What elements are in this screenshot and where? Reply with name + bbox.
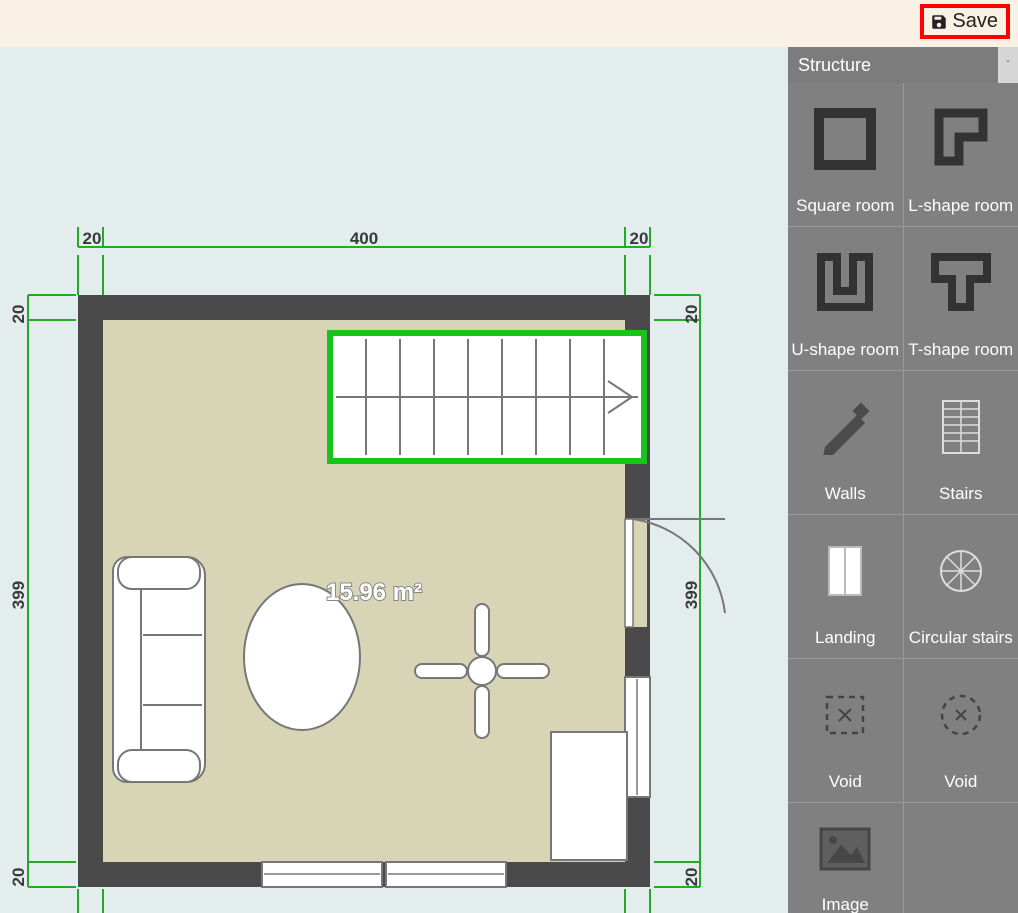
palette-stairs[interactable]: Stairs bbox=[904, 371, 1018, 514]
square-room-icon bbox=[811, 105, 879, 173]
floorplan-canvas[interactable]: 20 400 20 20 399 20 20 399 20 20 400 20 bbox=[0, 47, 788, 913]
top-bar: Save bbox=[0, 0, 1018, 47]
structure-palette: Square room L-shape room U-shape room T-… bbox=[788, 83, 1018, 913]
dim-top-span: 400 bbox=[350, 229, 378, 248]
palette-walls[interactable]: Walls bbox=[788, 371, 903, 514]
structure-dropdown[interactable]: Structure ˇ bbox=[788, 47, 1018, 83]
dim-right-top: 20 bbox=[682, 305, 701, 324]
window-bottom-left[interactable] bbox=[262, 862, 382, 887]
dim-top-left: 20 bbox=[83, 229, 102, 248]
palette-empty bbox=[904, 803, 1018, 913]
palette-l-shape-room[interactable]: L-shape room bbox=[904, 83, 1018, 226]
palette-circular-stairs[interactable]: Circular stairs bbox=[904, 515, 1018, 658]
palette-void-circle[interactable]: Void bbox=[904, 659, 1018, 802]
side-panel: Structure ˇ Square room L-shape room U-s… bbox=[788, 47, 1018, 913]
landing-icon bbox=[827, 545, 863, 597]
sofa-object[interactable] bbox=[113, 557, 205, 782]
save-label: Save bbox=[952, 10, 998, 33]
chevron-down-icon: ˇ bbox=[998, 47, 1018, 83]
pencil-icon bbox=[817, 399, 873, 455]
window-right[interactable] bbox=[625, 677, 650, 797]
image-icon bbox=[819, 827, 871, 871]
circular-stairs-icon bbox=[937, 547, 985, 595]
palette-landing[interactable]: Landing bbox=[788, 515, 903, 658]
furniture-right[interactable] bbox=[551, 732, 627, 860]
palette-void-square[interactable]: Void bbox=[788, 659, 903, 802]
dim-left-bottom: 20 bbox=[9, 868, 28, 887]
dim-top-right: 20 bbox=[630, 229, 649, 248]
l-shape-icon bbox=[927, 105, 995, 173]
save-button[interactable]: Save bbox=[920, 4, 1010, 39]
dim-right-span: 399 bbox=[682, 581, 701, 609]
structure-dropdown-label: Structure bbox=[788, 55, 998, 76]
palette-t-shape-room[interactable]: T-shape room bbox=[904, 227, 1018, 370]
palette-square-room[interactable]: Square room bbox=[788, 83, 903, 226]
void-square-icon bbox=[821, 691, 869, 739]
void-circle-icon bbox=[937, 691, 985, 739]
dim-left-span: 399 bbox=[9, 581, 28, 609]
t-shape-icon bbox=[927, 249, 995, 317]
door-object[interactable] bbox=[625, 519, 725, 627]
palette-image-background[interactable]: Image background bbox=[788, 803, 903, 913]
dim-left-top: 20 bbox=[9, 305, 28, 324]
save-icon bbox=[930, 13, 948, 31]
dim-right-bottom: 20 bbox=[682, 868, 701, 887]
room-area-label: 15.96 m² bbox=[326, 579, 422, 606]
stairs-object[interactable] bbox=[330, 333, 644, 461]
window-bottom-right[interactable] bbox=[386, 862, 506, 887]
u-shape-icon bbox=[811, 249, 879, 317]
palette-u-shape-room[interactable]: U-shape room bbox=[788, 227, 903, 370]
stairs-icon bbox=[941, 399, 981, 455]
